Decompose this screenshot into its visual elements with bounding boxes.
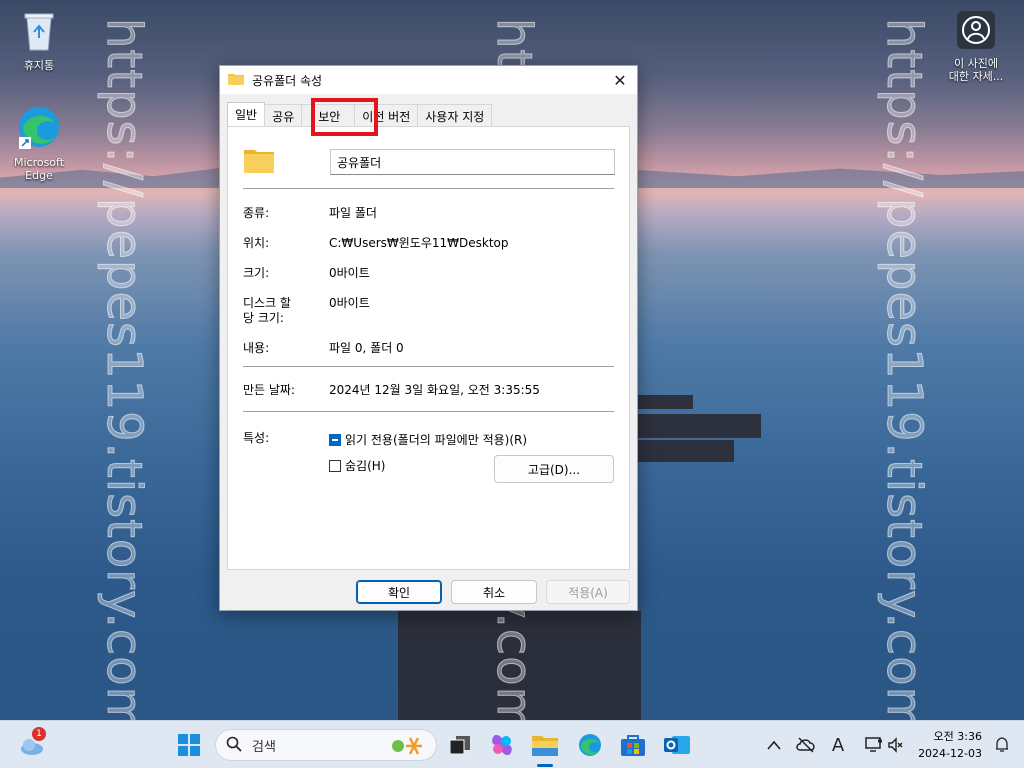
ime-indicator[interactable]: A (822, 729, 854, 761)
dialog-title: 공유폴더 속성 (252, 73, 323, 88)
network-status-button[interactable] (790, 729, 822, 761)
pier-plank (638, 395, 693, 409)
camera-info-icon (943, 10, 1009, 53)
contents-value: 파일 0, 폴더 0 (329, 341, 404, 355)
watermark-left: https://pepes119.tistory.com/ (96, 18, 153, 753)
cancel-button[interactable]: 취소 (451, 580, 537, 604)
search-icon (226, 736, 242, 755)
photo-info-label-line2: 대한 자세... (948, 70, 1004, 83)
edge-label-line1: Microsoft (13, 156, 65, 169)
show-hidden-icons-button[interactable] (758, 729, 790, 761)
type-label: 종류: (243, 206, 270, 220)
weather-widget[interactable]: 1 (16, 727, 48, 761)
edge-label-line2: Edge (25, 169, 53, 182)
taskbar-search[interactable]: 검색 (215, 729, 437, 761)
type-value: 파일 폴더 (329, 206, 377, 220)
copilot-button[interactable] (486, 729, 518, 761)
readonly-checkbox-box[interactable] (329, 433, 341, 446)
separator (243, 411, 614, 412)
edge-icon (579, 734, 601, 756)
folder-large-icon (244, 147, 274, 176)
readonly-checkbox[interactable]: 읽기 전용(폴더의 파일에만 적용)(R) (329, 431, 527, 448)
separator (243, 366, 614, 367)
copilot-icon (492, 735, 512, 755)
cloud-offline-icon (796, 737, 815, 753)
location-value: C:₩Users₩윈도우11₩Desktop (329, 236, 509, 250)
windows-logo-icon (178, 734, 200, 756)
general-tab-panel: 공유폴더 종류: 파일 폴더 위치: C:₩Users₩윈도우11₩Deskto… (227, 126, 630, 570)
tab-sharing[interactable]: 공유 (264, 104, 303, 126)
bell-icon (996, 737, 1008, 752)
location-label: 위치: (243, 236, 270, 250)
outlook-icon (664, 736, 690, 754)
pier-plank (638, 440, 734, 462)
disk-size-value: 0바이트 (329, 296, 370, 310)
separator (243, 188, 614, 189)
apply-button[interactable]: 적용(A) (546, 580, 630, 604)
security-tab-highlight (311, 98, 378, 136)
search-highlight-icon (390, 736, 424, 759)
notifications-button[interactable] (986, 729, 1018, 761)
outlook-button[interactable] (661, 729, 693, 761)
weather-badge: 1 (32, 727, 46, 741)
taskbar: 1 검색 A 오전 3:36 2024-12-03 (0, 720, 1024, 768)
speaker-muted-icon (888, 737, 903, 753)
close-icon: ✕ (613, 70, 627, 90)
display-icon (865, 737, 882, 752)
pier-plank (636, 414, 761, 438)
file-explorer-icon (532, 736, 558, 756)
close-button[interactable]: ✕ (609, 69, 631, 91)
desktop-icon-edge[interactable]: Microsoft Edge (7, 105, 71, 182)
dialog-titlebar[interactable]: 공유폴더 속성 (220, 66, 637, 94)
disk-size-label-2: 당 크기: (243, 311, 284, 325)
store-icon (621, 735, 645, 756)
created-value: 2024년 12월 3일 화요일, 오전 3:35:55 (329, 383, 540, 397)
start-button[interactable] (173, 729, 205, 761)
contents-label: 내용: (243, 341, 270, 355)
ime-letter: A (831, 734, 845, 756)
edge-taskbar-button[interactable] (574, 729, 606, 761)
file-explorer-button[interactable] (529, 729, 561, 767)
task-view-button[interactable] (444, 729, 476, 761)
desktop-icon-photo-info[interactable]: 이 사진에 대한 자세... (943, 10, 1009, 83)
tab-customize[interactable]: 사용자 지정 (417, 104, 493, 126)
photo-info-label-line1: 이 사진에 (954, 57, 998, 70)
size-value: 0바이트 (329, 266, 370, 280)
hidden-checkbox[interactable]: 숨김(H) (329, 457, 385, 474)
chevron-up-icon (767, 740, 781, 750)
clock-time: 오전 3:36 (933, 730, 982, 743)
store-button[interactable] (617, 729, 649, 761)
clock-date: 2024-12-03 (918, 747, 982, 760)
hidden-label: 숨김(H) (345, 459, 386, 473)
folder-properties-dialog: 공유폴더 속성 ✕ 일반 공유 보안 이전 버전 사용자 지정 공유폴더 종류:… (219, 65, 638, 611)
size-label: 크기: (243, 266, 270, 280)
task-view-icon (450, 736, 470, 754)
readonly-label: 읽기 전용(폴더의 파일에만 적용)(R) (345, 433, 528, 447)
hidden-checkbox-box[interactable] (329, 459, 341, 472)
active-app-indicator (537, 764, 553, 767)
created-label: 만든 날짜: (243, 383, 296, 397)
folder-icon (228, 72, 244, 88)
attributes-label: 특성: (243, 431, 270, 445)
search-label: 검색 (252, 739, 276, 755)
folder-name-input[interactable]: 공유폴더 (330, 149, 615, 175)
recycle-bin-icon (7, 10, 71, 55)
desktop-icon-recycle-bin[interactable]: 휴지통 (7, 10, 71, 72)
watermark-right: https://pepes119.tistory.com/ (876, 18, 933, 753)
quick-settings-button[interactable] (858, 729, 910, 761)
advanced-button[interactable]: 고급(D)... (494, 455, 614, 483)
edge-icon (7, 105, 71, 152)
tab-general[interactable]: 일반 (227, 102, 266, 126)
ok-button[interactable]: 확인 (356, 580, 442, 604)
clock[interactable]: 오전 3:36 2024-12-03 (912, 728, 982, 760)
recycle-bin-label: 휴지통 (23, 59, 55, 72)
